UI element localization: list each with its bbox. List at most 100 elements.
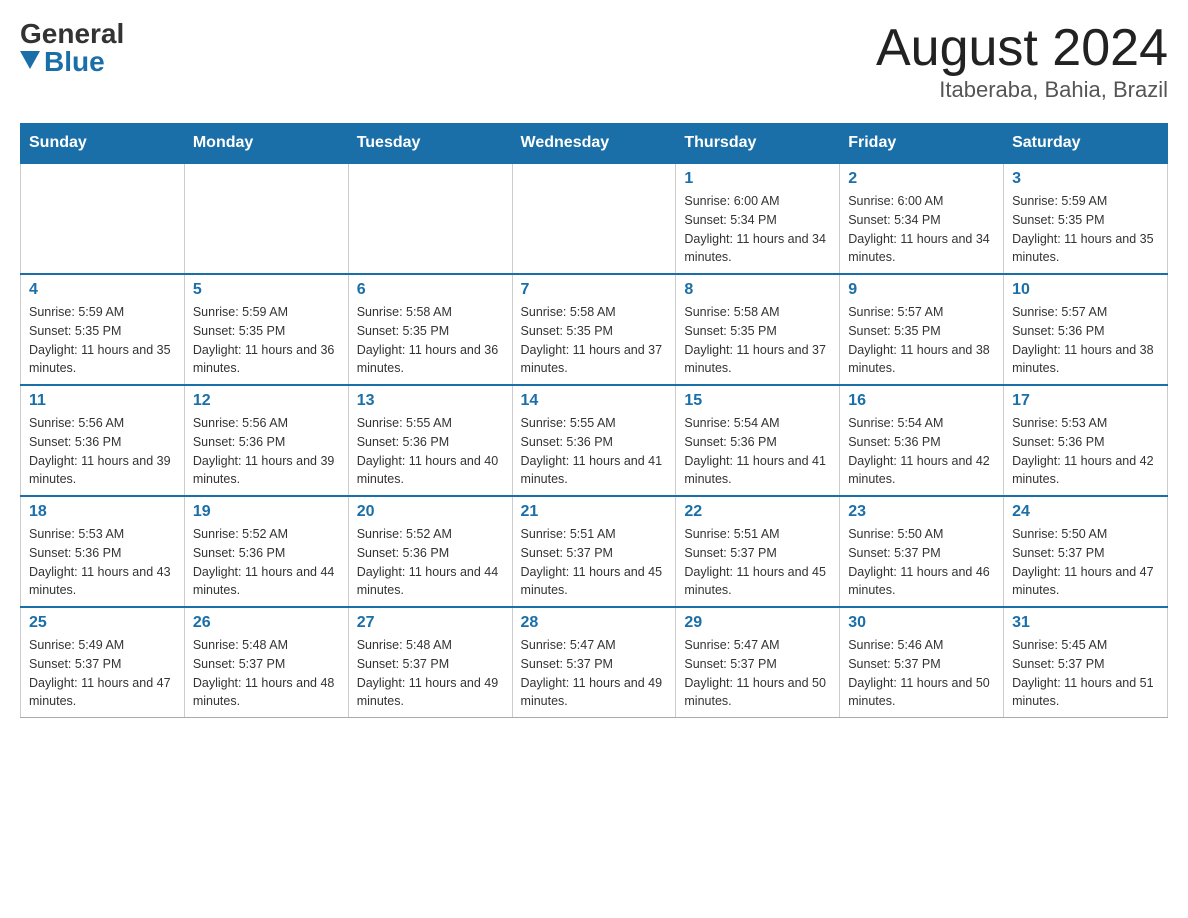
day-number: 24 bbox=[1012, 503, 1159, 521]
calendar-cell bbox=[21, 163, 185, 274]
day-number: 5 bbox=[193, 281, 340, 299]
day-info: Sunrise: 5:54 AM Sunset: 5:36 PM Dayligh… bbox=[848, 414, 995, 489]
calendar-cell: 5 Sunrise: 5:59 AM Sunset: 5:35 PM Daylig… bbox=[184, 274, 348, 385]
calendar-cell bbox=[184, 163, 348, 274]
calendar-cell: 18Sunrise: 5:53 AM Sunset: 5:36 PM Dayli… bbox=[21, 496, 185, 607]
calendar-cell: 28Sunrise: 5:47 AM Sunset: 5:37 PM Dayli… bbox=[512, 607, 676, 718]
day-number: 18 bbox=[29, 503, 176, 521]
day-info: Sunrise: 5:59 AM Sunset: 5:35 PM Dayligh… bbox=[1012, 192, 1159, 267]
calendar-cell: 20 Sunrise: 5:52 AM Sunset: 5:36 PM Dayli… bbox=[348, 496, 512, 607]
logo-triangle-icon bbox=[20, 51, 40, 69]
calendar-cell: 27Sunrise: 5:48 AM Sunset: 5:37 PM Dayli… bbox=[348, 607, 512, 718]
day-info: Sunrise: 5:52 AM Sunset: 5:36 PM Dayligh… bbox=[193, 525, 340, 600]
calendar-cell: 7 Sunrise: 5:58 AM Sunset: 5:35 PM Daylig… bbox=[512, 274, 676, 385]
day-number: 16 bbox=[848, 392, 995, 410]
logo-blue-row: Blue bbox=[20, 48, 105, 76]
day-info: Sunrise: 5:56 AM Sunset: 5:36 PM Dayligh… bbox=[193, 414, 340, 489]
day-number: 25 bbox=[29, 614, 176, 632]
calendar-cell: 22Sunrise: 5:51 AM Sunset: 5:37 PM Dayli… bbox=[676, 496, 840, 607]
day-info: Sunrise: 5:48 AM Sunset: 5:37 PM Dayligh… bbox=[193, 636, 340, 711]
day-number: 20 bbox=[357, 503, 504, 521]
day-info: Sunrise: 5:52 AM Sunset: 5:36 PM Dayligh… bbox=[357, 525, 504, 600]
day-number: 15 bbox=[684, 392, 831, 410]
day-info: Sunrise: 5:55 AM Sunset: 5:36 PM Dayligh… bbox=[357, 414, 504, 489]
weekday-header-thursday: Thursday bbox=[676, 124, 840, 164]
location-text: Itaberaba, Bahia, Brazil bbox=[876, 77, 1168, 103]
calendar-cell: 12 Sunrise: 5:56 AM Sunset: 5:36 PM Dayli… bbox=[184, 385, 348, 496]
page-header: General Blue August 2024 Itaberaba, Bahi… bbox=[20, 20, 1168, 103]
calendar-cell: 4Sunrise: 5:59 AM Sunset: 5:35 PM Daylig… bbox=[21, 274, 185, 385]
day-info: Sunrise: 5:58 AM Sunset: 5:35 PM Dayligh… bbox=[521, 303, 668, 378]
day-number: 6 bbox=[357, 281, 504, 299]
weekday-header-saturday: Saturday bbox=[1004, 124, 1168, 164]
day-number: 14 bbox=[521, 392, 668, 410]
title-section: August 2024 Itaberaba, Bahia, Brazil bbox=[876, 20, 1168, 103]
day-info: Sunrise: 5:47 AM Sunset: 5:37 PM Dayligh… bbox=[684, 636, 831, 711]
calendar-week-4: 18Sunrise: 5:53 AM Sunset: 5:36 PM Dayli… bbox=[21, 496, 1168, 607]
calendar-cell: 9 Sunrise: 5:57 AM Sunset: 5:35 PM Daylig… bbox=[840, 274, 1004, 385]
calendar-cell: 3 Sunrise: 5:59 AM Sunset: 5:35 PM Daylig… bbox=[1004, 163, 1168, 274]
day-info: Sunrise: 5:57 AM Sunset: 5:35 PM Dayligh… bbox=[848, 303, 995, 378]
day-info: Sunrise: 6:00 AM Sunset: 5:34 PM Dayligh… bbox=[684, 192, 831, 267]
day-info: Sunrise: 5:47 AM Sunset: 5:37 PM Dayligh… bbox=[521, 636, 668, 711]
calendar-cell: 13 Sunrise: 5:55 AM Sunset: 5:36 PM Dayli… bbox=[348, 385, 512, 496]
day-number: 4 bbox=[29, 281, 176, 299]
calendar-cell: 6 Sunrise: 5:58 AM Sunset: 5:35 PM Daylig… bbox=[348, 274, 512, 385]
day-info: Sunrise: 5:46 AM Sunset: 5:37 PM Dayligh… bbox=[848, 636, 995, 711]
day-info: Sunrise: 5:48 AM Sunset: 5:37 PM Dayligh… bbox=[357, 636, 504, 711]
day-number: 7 bbox=[521, 281, 668, 299]
day-number: 11 bbox=[29, 392, 176, 410]
weekday-header-wednesday: Wednesday bbox=[512, 124, 676, 164]
day-info: Sunrise: 5:50 AM Sunset: 5:37 PM Dayligh… bbox=[848, 525, 995, 600]
day-info: Sunrise: 5:56 AM Sunset: 5:36 PM Dayligh… bbox=[29, 414, 176, 489]
calendar-header: SundayMondayTuesdayWednesdayThursdayFrid… bbox=[21, 124, 1168, 164]
logo-blue-text: Blue bbox=[44, 48, 105, 76]
calendar-cell: 24 Sunrise: 5:50 AM Sunset: 5:37 PM Dayli… bbox=[1004, 496, 1168, 607]
calendar-cell bbox=[348, 163, 512, 274]
calendar-week-3: 11 Sunrise: 5:56 AM Sunset: 5:36 PM Dayli… bbox=[21, 385, 1168, 496]
calendar-cell: 21Sunrise: 5:51 AM Sunset: 5:37 PM Dayli… bbox=[512, 496, 676, 607]
day-number: 13 bbox=[357, 392, 504, 410]
calendar-cell: 25Sunrise: 5:49 AM Sunset: 5:37 PM Dayli… bbox=[21, 607, 185, 718]
day-number: 9 bbox=[848, 281, 995, 299]
day-info: Sunrise: 5:50 AM Sunset: 5:37 PM Dayligh… bbox=[1012, 525, 1159, 600]
day-number: 23 bbox=[848, 503, 995, 521]
day-info: Sunrise: 5:57 AM Sunset: 5:36 PM Dayligh… bbox=[1012, 303, 1159, 378]
calendar-cell: 17Sunrise: 5:53 AM Sunset: 5:36 PM Dayli… bbox=[1004, 385, 1168, 496]
calendar-week-5: 25Sunrise: 5:49 AM Sunset: 5:37 PM Dayli… bbox=[21, 607, 1168, 718]
calendar-cell: 2Sunrise: 6:00 AM Sunset: 5:34 PM Daylig… bbox=[840, 163, 1004, 274]
day-number: 3 bbox=[1012, 170, 1159, 188]
day-number: 10 bbox=[1012, 281, 1159, 299]
calendar-week-1: 1 Sunrise: 6:00 AM Sunset: 5:34 PM Daylig… bbox=[21, 163, 1168, 274]
calendar-cell bbox=[512, 163, 676, 274]
day-number: 2 bbox=[848, 170, 995, 188]
calendar-cell: 14Sunrise: 5:55 AM Sunset: 5:36 PM Dayli… bbox=[512, 385, 676, 496]
calendar-cell: 23 Sunrise: 5:50 AM Sunset: 5:37 PM Dayli… bbox=[840, 496, 1004, 607]
day-number: 8 bbox=[684, 281, 831, 299]
day-info: Sunrise: 5:58 AM Sunset: 5:35 PM Dayligh… bbox=[357, 303, 504, 378]
day-info: Sunrise: 5:54 AM Sunset: 5:36 PM Dayligh… bbox=[684, 414, 831, 489]
day-number: 31 bbox=[1012, 614, 1159, 632]
weekday-header-tuesday: Tuesday bbox=[348, 124, 512, 164]
day-info: Sunrise: 5:45 AM Sunset: 5:37 PM Dayligh… bbox=[1012, 636, 1159, 711]
day-info: Sunrise: 5:53 AM Sunset: 5:36 PM Dayligh… bbox=[1012, 414, 1159, 489]
calendar-cell: 16 Sunrise: 5:54 AM Sunset: 5:36 PM Dayli… bbox=[840, 385, 1004, 496]
calendar-cell: 26 Sunrise: 5:48 AM Sunset: 5:37 PM Dayli… bbox=[184, 607, 348, 718]
month-title: August 2024 bbox=[876, 20, 1168, 77]
day-number: 1 bbox=[684, 170, 831, 188]
day-info: Sunrise: 5:51 AM Sunset: 5:37 PM Dayligh… bbox=[684, 525, 831, 600]
calendar-cell: 31 Sunrise: 5:45 AM Sunset: 5:37 PM Dayli… bbox=[1004, 607, 1168, 718]
weekday-header-row: SundayMondayTuesdayWednesdayThursdayFrid… bbox=[21, 124, 1168, 164]
weekday-header-monday: Monday bbox=[184, 124, 348, 164]
day-info: Sunrise: 5:59 AM Sunset: 5:35 PM Dayligh… bbox=[193, 303, 340, 378]
calendar-cell: 15 Sunrise: 5:54 AM Sunset: 5:36 PM Dayli… bbox=[676, 385, 840, 496]
day-number: 19 bbox=[193, 503, 340, 521]
weekday-header-friday: Friday bbox=[840, 124, 1004, 164]
calendar-cell: 1 Sunrise: 6:00 AM Sunset: 5:34 PM Daylig… bbox=[676, 163, 840, 274]
day-number: 29 bbox=[684, 614, 831, 632]
day-number: 12 bbox=[193, 392, 340, 410]
day-number: 21 bbox=[521, 503, 668, 521]
calendar-body: 1 Sunrise: 6:00 AM Sunset: 5:34 PM Daylig… bbox=[21, 163, 1168, 718]
logo: General Blue bbox=[20, 20, 124, 76]
day-number: 26 bbox=[193, 614, 340, 632]
